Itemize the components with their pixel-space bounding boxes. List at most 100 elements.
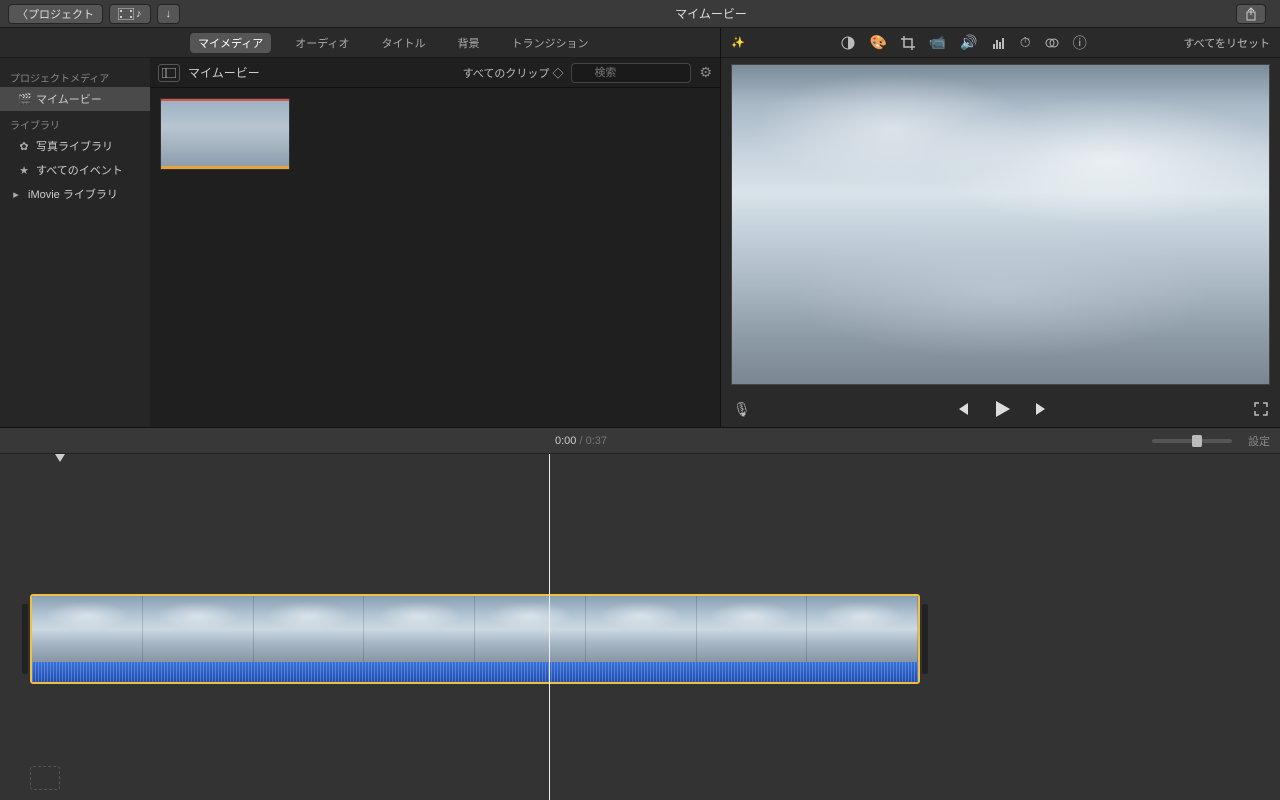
share-button[interactable] (1236, 4, 1266, 24)
palette-icon: 🎨 (869, 34, 886, 50)
sidebar-item-imovie-library[interactable]: ▸ iMovie ライブラリ (0, 182, 150, 206)
clip-trim-handle-left[interactable] (22, 604, 28, 674)
timeline-clip[interactable] (30, 594, 920, 684)
gear-icon: ⚙ (699, 64, 712, 80)
clip-thumbnail[interactable] (160, 98, 290, 170)
sidebar-photo-library-label: 写真ライブラリ (36, 138, 113, 154)
zoom-slider[interactable] (1152, 439, 1232, 443)
timeline[interactable] (0, 454, 1280, 800)
playhead[interactable] (549, 454, 550, 800)
speedometer-icon: ⏱ (1020, 34, 1031, 50)
reset-all-button[interactable]: すべてをリセット (1183, 35, 1270, 51)
media-sidebar: プロジェクトメディア 🎬 マイムービー ライブラリ ✿ 写真ライブラリ ★ すべ… (0, 58, 150, 427)
audio-drop-zone[interactable] (30, 766, 60, 790)
voiceover-button[interactable]: 🎙 (733, 401, 751, 418)
speed-button[interactable]: ⏱ (1020, 34, 1031, 51)
magic-wand-icon: ✨ (731, 37, 745, 49)
info-icon: ⓘ (1073, 35, 1087, 51)
disclosure-triangle-icon: ▸ (10, 188, 22, 201)
equalizer-icon (992, 36, 1006, 50)
skip-back-icon (954, 401, 970, 417)
import-download-button[interactable]: ↓ (157, 4, 181, 24)
clip-filmstrip (32, 596, 918, 662)
window-title: マイムービー (186, 5, 1236, 22)
fullscreen-button[interactable] (1254, 402, 1268, 416)
info-button[interactable]: ⓘ (1073, 33, 1087, 53)
play-icon (992, 399, 1012, 419)
filters-button[interactable] (1045, 36, 1059, 50)
share-icon (1245, 7, 1257, 21)
clip-frame (586, 596, 697, 662)
clip-frame (697, 596, 808, 662)
clip-settings-button[interactable]: ⚙ (699, 64, 712, 81)
clapperboard-icon: 🎬 (18, 93, 30, 106)
volume-button[interactable]: 🔊 (960, 34, 977, 51)
speaker-icon: 🔊 (960, 34, 977, 50)
titlebar: 〈 プロジェクト ♪ ↓ マイムービー (0, 0, 1280, 28)
timeline-header: 0:00 / 0:37 設定 (0, 428, 1280, 454)
star-icon: ★ (18, 164, 30, 177)
media-tabs: マイメディア オーディオ タイトル 背景 トランジション (0, 28, 720, 58)
tab-audio[interactable]: オーディオ (287, 33, 357, 53)
tab-backgrounds[interactable]: 背景 (449, 33, 487, 53)
tab-transitions[interactable]: トランジション (503, 33, 596, 53)
play-button[interactable] (992, 399, 1012, 419)
timecode-duration: 0:37 (586, 435, 607, 447)
enhance-button[interactable]: ✨ (731, 36, 745, 49)
search-wrap: 🔍 (571, 63, 691, 83)
viewer-panel: ✨ 🎨 📹 🔊 ⏱ ⓘ すべてをリセット 🎙 (720, 28, 1280, 427)
music-note-icon: ♪ (136, 8, 142, 20)
download-arrow-icon: ↓ (166, 8, 172, 20)
clip-frame (364, 596, 475, 662)
clip-frame (32, 596, 143, 662)
sidebar-toggle-icon (162, 68, 176, 78)
media-browser-panel: マイメディア オーディオ タイトル 背景 トランジション プロジェクトメディア … (0, 28, 720, 427)
tab-my-media[interactable]: マイメディア (190, 33, 271, 53)
sidebar-all-events-label: すべてのイベント (36, 162, 123, 178)
clip-frame (807, 596, 918, 662)
back-to-projects-button[interactable]: 〈 プロジェクト (8, 4, 103, 24)
half-circle-icon (841, 36, 855, 50)
tab-titles[interactable]: タイトル (373, 33, 433, 53)
clip-filter-label: すべてのクリップ (463, 68, 550, 80)
clip-frame (475, 596, 586, 662)
sidebar-imovie-library-label: iMovie ライブラリ (28, 186, 118, 202)
next-button[interactable] (1034, 401, 1050, 417)
sidebar-item-photo-library[interactable]: ✿ 写真ライブラリ (0, 134, 150, 158)
sidebar-hdr-project-media: プロジェクトメディア (0, 64, 150, 87)
filmstrip-icon (118, 8, 134, 20)
prev-button[interactable] (954, 401, 970, 417)
preview-image (732, 65, 1269, 384)
media-import-button[interactable]: ♪ (109, 4, 151, 24)
sidebar-item-all-events[interactable]: ★ すべてのイベント (0, 158, 150, 182)
expand-icon (1254, 402, 1268, 416)
search-input[interactable] (571, 63, 691, 83)
overlap-circles-icon (1045, 36, 1059, 50)
sidebar-my-movie-label: マイムービー (36, 91, 102, 107)
crop-button[interactable] (901, 36, 915, 50)
clip-filter-dropdown[interactable]: すべてのクリップ ◇ (463, 65, 564, 81)
timeline-settings-button[interactable]: 設定 (1248, 433, 1270, 449)
clip-toolbar: マイムービー すべてのクリップ ◇ 🔍 ⚙ (150, 58, 720, 88)
stabilization-button[interactable]: 📹 (929, 34, 946, 51)
color-balance-button[interactable] (841, 36, 855, 50)
sidebar-hdr-library: ライブラリ (0, 111, 150, 134)
clip-frame (143, 596, 254, 662)
timecode-current: 0:00 (555, 435, 576, 447)
clip-audio-waveform[interactable] (32, 662, 918, 684)
noise-eq-button[interactable] (992, 36, 1006, 50)
preview-viewport[interactable] (731, 64, 1270, 385)
playhead-marker-icon[interactable] (55, 454, 65, 462)
color-correction-button[interactable]: 🎨 (869, 34, 886, 51)
clip-trim-handle-right[interactable] (922, 604, 928, 674)
zoom-knob[interactable] (1192, 435, 1202, 447)
sidebar-item-my-movie[interactable]: 🎬 マイムービー (0, 87, 150, 111)
chevron-left-icon: 〈 (17, 6, 28, 22)
timecode-display: 0:00 / 0:37 (10, 435, 1152, 447)
transport-bar: 🎙 (721, 391, 1280, 427)
flower-icon: ✿ (18, 140, 30, 153)
back-label: プロジェクト (28, 6, 94, 22)
adjustments-toolbar: ✨ 🎨 📹 🔊 ⏱ ⓘ すべてをリセット (721, 28, 1280, 58)
sidebar-toggle-button[interactable] (158, 64, 180, 82)
updown-chevron-icon: ◇ (552, 68, 563, 80)
